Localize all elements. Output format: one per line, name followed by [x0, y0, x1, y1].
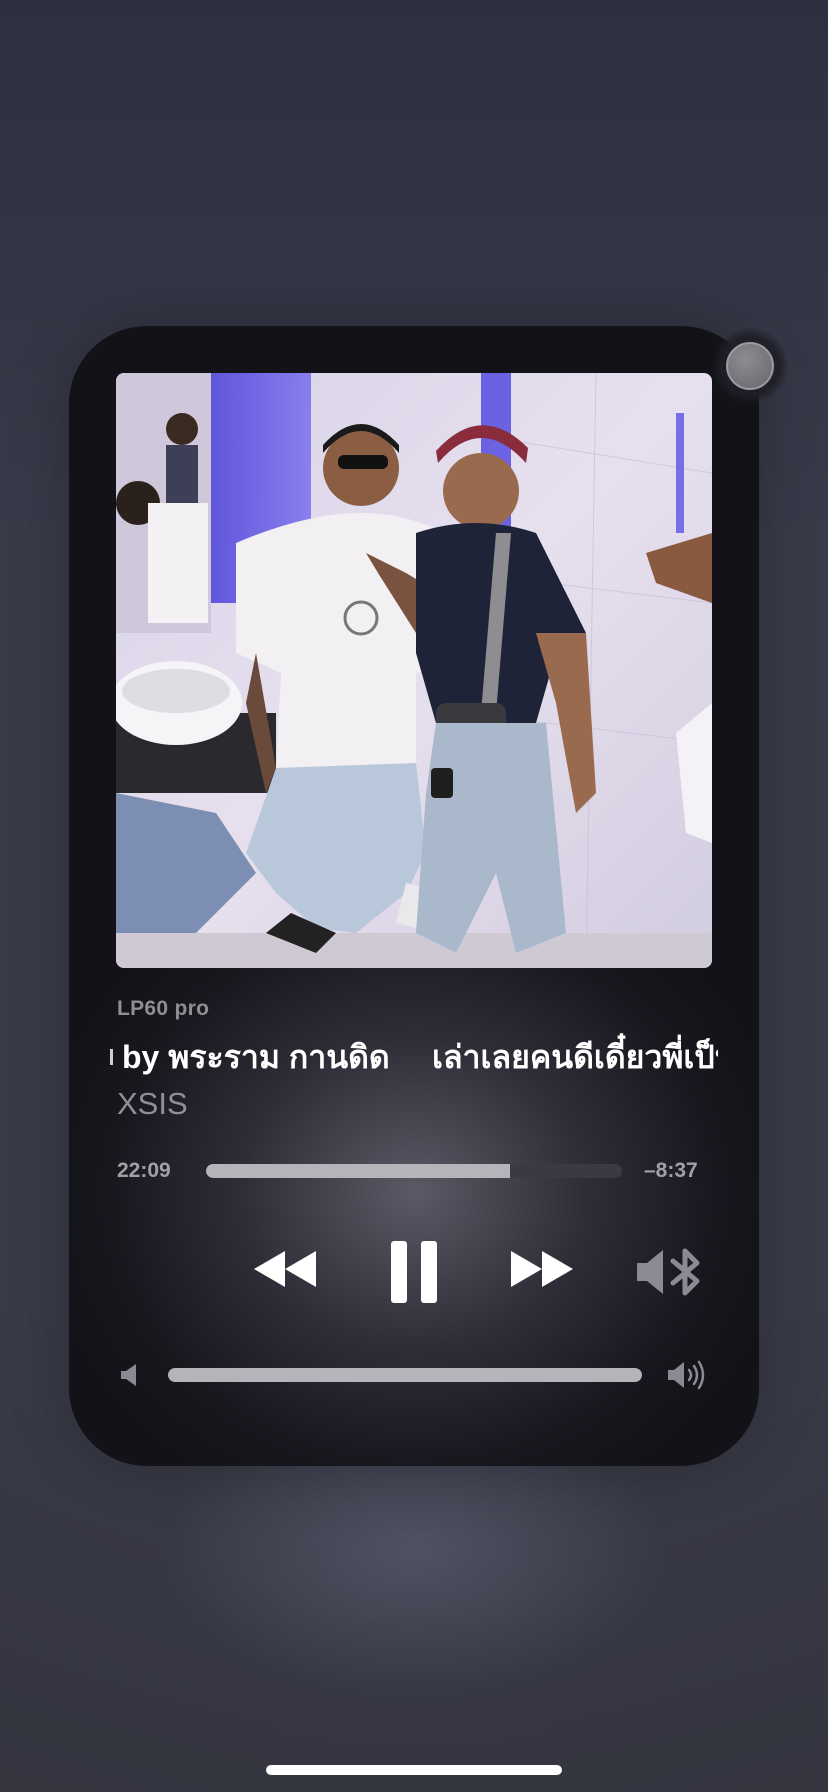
volume-slider[interactable]	[168, 1368, 642, 1382]
close-button[interactable]	[712, 328, 788, 404]
remaining-time: –8:37	[644, 1159, 698, 1182]
pause-button[interactable]	[391, 1241, 437, 1303]
track-title-continued: เล่าเลยคนดีเดี๋ยวพี่เป็น	[432, 1039, 718, 1075]
backward-icon	[254, 1251, 316, 1287]
speaker-low-icon	[121, 1364, 136, 1386]
playback-progress-fill	[206, 1164, 510, 1178]
artist-name[interactable]: XSIS	[117, 1086, 188, 1122]
audio-output-button[interactable]	[635, 1247, 707, 1297]
rewind-button[interactable]	[252, 1248, 318, 1290]
speaker-bluetooth-icon	[637, 1248, 700, 1296]
playback-scrubber[interactable]	[206, 1164, 622, 1178]
volume-max-button[interactable]	[667, 1360, 709, 1390]
track-title: by พระราม กานดิด	[122, 1039, 390, 1075]
forward-button[interactable]	[509, 1248, 575, 1290]
track-title-marquee[interactable]: by พระราม กานดิด เล่าเลยคนดีเดี๋ยวพี่เป็…	[108, 1030, 718, 1076]
output-device-name: LP60 pro	[117, 997, 210, 1020]
volume-slider-fill	[168, 1368, 642, 1382]
home-indicator[interactable]	[266, 1765, 562, 1775]
album-artwork[interactable]	[116, 373, 712, 968]
volume-min-button[interactable]	[120, 1363, 138, 1387]
marquee-edge-mark	[110, 1049, 113, 1065]
close-icon	[726, 342, 774, 390]
speaker-high-icon	[668, 1360, 705, 1390]
pause-icon	[391, 1241, 437, 1303]
elapsed-time: 22:09	[117, 1159, 171, 1182]
artwork-image	[116, 373, 712, 968]
forward-icon	[511, 1251, 573, 1287]
